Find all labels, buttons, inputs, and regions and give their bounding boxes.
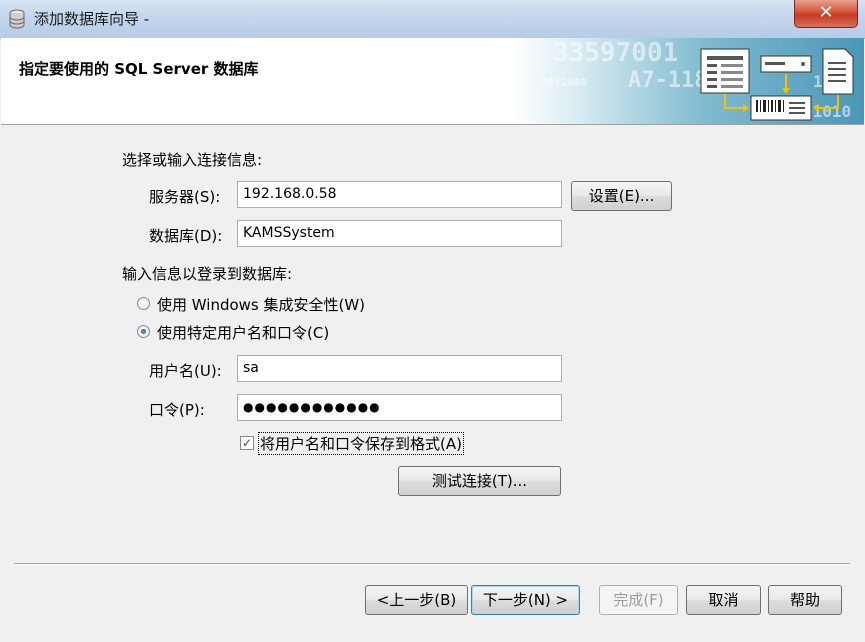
help-button[interactable]: 帮助 [768, 585, 842, 615]
password-input[interactable]: ●●●●●●●●●●●● [237, 394, 562, 421]
close-button[interactable]: ✕ [794, 0, 858, 28]
server-input[interactable]: 192.168.0.58 [237, 181, 562, 208]
windows-auth-radio[interactable] [137, 297, 150, 310]
save-credentials-checkbox[interactable]: ✓ [240, 436, 254, 450]
connection-section-label: 选择或输入连接信息: [122, 151, 263, 169]
window-title: 添加数据库向导 - [34, 10, 150, 28]
wizard-header: 指定要使用的 SQL Server 数据库 33597001 A7-118 MA… [1, 38, 864, 125]
database-input[interactable]: KAMSSystem [237, 220, 562, 247]
username-input[interactable]: sa [237, 355, 562, 382]
save-credentials-label[interactable]: 将用户名和口令保存到格式(A) [258, 432, 464, 455]
finish-button[interactable]: 完成(F) [599, 585, 678, 615]
settings-button[interactable]: 设置(E)... [571, 181, 672, 211]
footer-divider [14, 563, 850, 565]
header-banner: 33597001 A7-118 MAY2000 1010 01010 [513, 38, 864, 124]
banner-text: MAY2000 [541, 76, 588, 89]
password-label: 口令(P): [149, 401, 205, 419]
database-icon [9, 9, 25, 29]
cancel-button[interactable]: 取消 [686, 585, 761, 615]
test-connection-button[interactable]: 测试连接(T)... [398, 466, 561, 496]
specific-user-radio[interactable] [137, 325, 150, 338]
next-button[interactable]: 下一步(N) > [471, 585, 580, 615]
username-label: 用户名(U): [149, 362, 222, 380]
windows-auth-label[interactable]: 使用 Windows 集成安全性(W) [157, 294, 365, 315]
data-flow-icon [700, 48, 854, 121]
wizard-window: 添加数据库向导 - ✕ 指定要使用的 SQL Server 数据库 335970… [0, 0, 865, 642]
banner-text: A7-118 [628, 68, 708, 93]
server-label: 服务器(S): [149, 188, 221, 206]
page-title: 指定要使用的 SQL Server 数据库 [19, 60, 259, 78]
database-label: 数据库(D): [149, 227, 223, 245]
close-icon: ✕ [818, 2, 834, 23]
specific-user-label[interactable]: 使用特定用户名和口令(C) [157, 322, 329, 343]
banner-text: 33597001 [553, 38, 679, 68]
login-section-label: 输入信息以登录到数据库: [122, 265, 293, 283]
title-bar: 添加数据库向导 - ✕ [0, 0, 865, 39]
back-button[interactable]: <上一步(B) [365, 585, 468, 615]
